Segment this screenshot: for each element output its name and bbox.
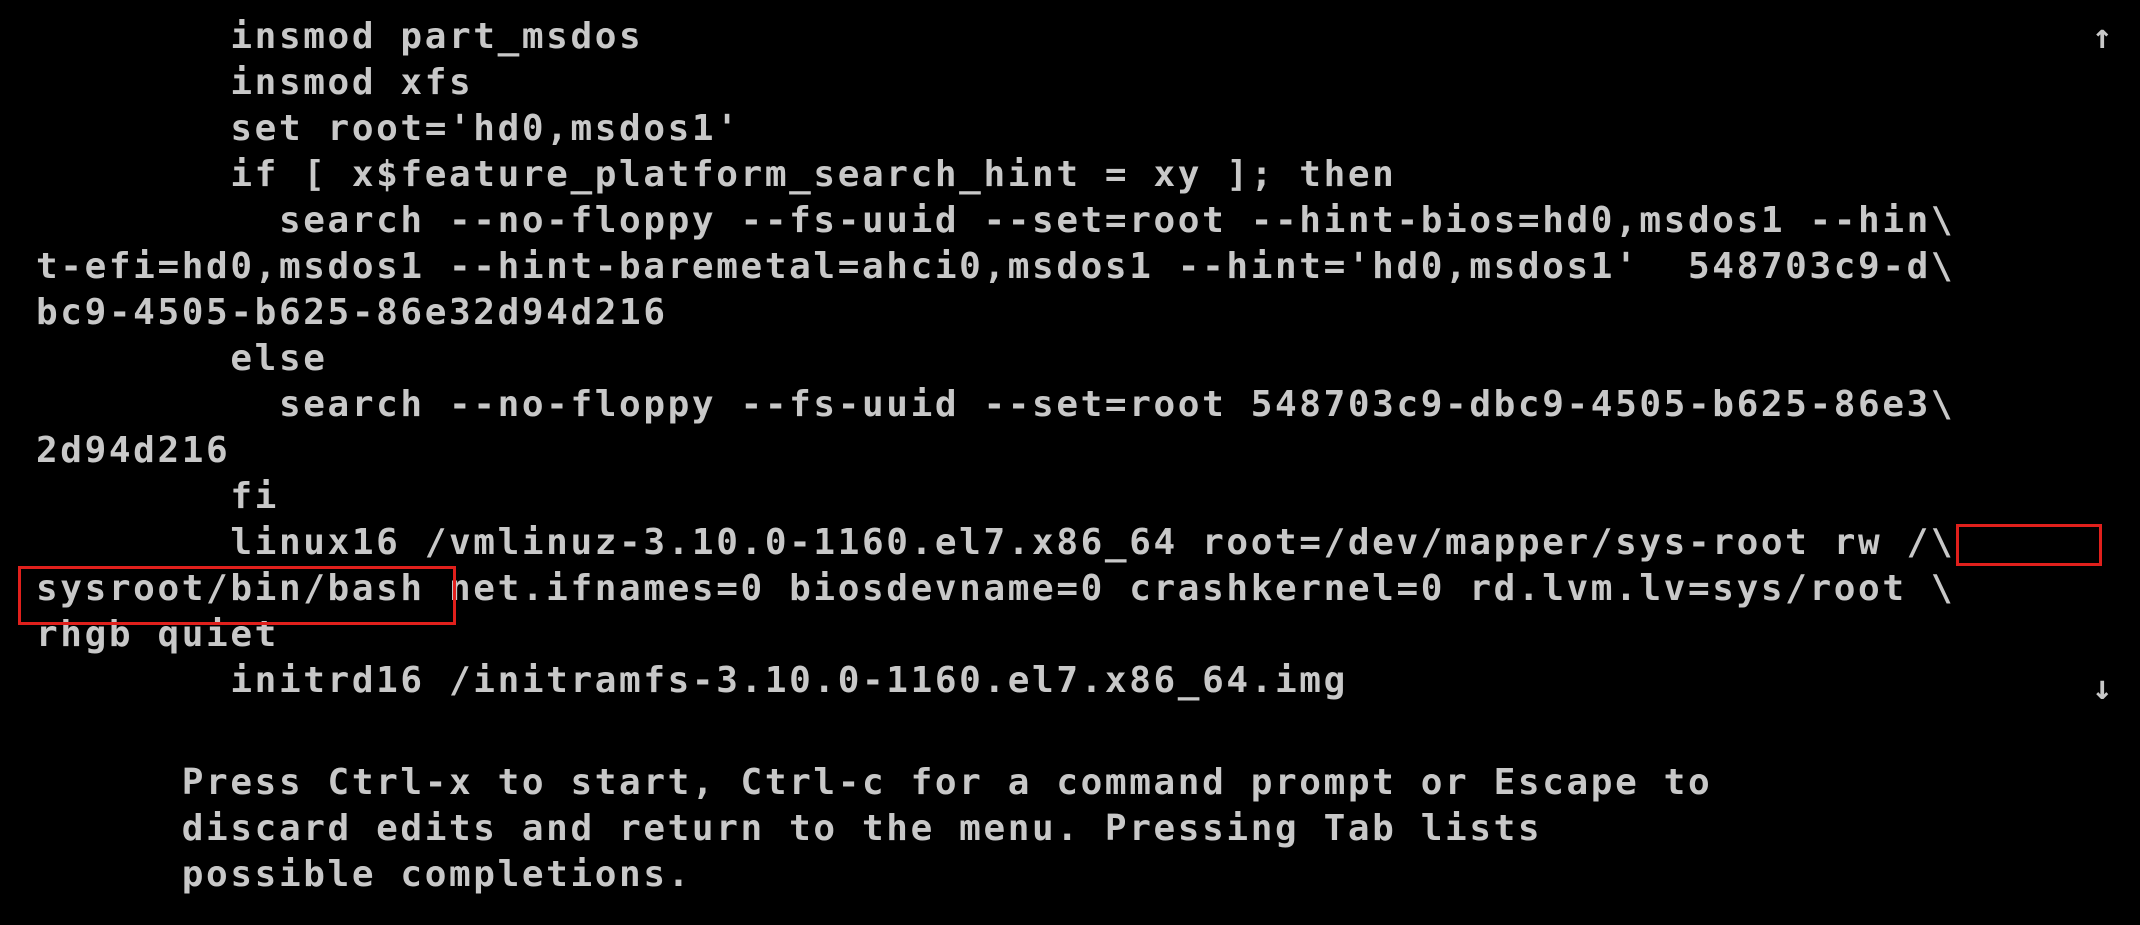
- help-line: possible completions.: [36, 854, 692, 895]
- editor-line[interactable]: else: [36, 336, 328, 382]
- scroll-up-icon: ↑: [2092, 17, 2113, 57]
- editor-line[interactable]: bc9-4505-b625-86e32d94d216: [36, 290, 668, 336]
- editor-line-kernel[interactable]: linux16 /vmlinuz-3.10.0-1160.el7.x86_64 …: [36, 520, 1955, 566]
- scroll-down-icon: ↓: [2092, 668, 2113, 708]
- editor-line[interactable]: 2d94d216: [36, 428, 230, 474]
- editor-line[interactable]: search --no-floppy --fs-uuid --set=root …: [36, 198, 1955, 244]
- editor-line[interactable]: if [ x$feature_platform_search_hint = xy…: [36, 152, 1396, 198]
- help-line: discard edits and return to the menu. Pr…: [36, 808, 1543, 849]
- help-line: Press Ctrl-x to start, Ctrl-c for a comm…: [36, 762, 1713, 803]
- editor-line[interactable]: set root='hd0,msdos1': [36, 106, 741, 152]
- editor-line[interactable]: fi: [36, 474, 279, 520]
- editor-line[interactable]: insmod part_msdos: [36, 14, 643, 60]
- highlight-box-rw: [1956, 524, 2102, 566]
- grub-edit-screen: insmod part_msdos insmod xfs set root='h…: [0, 0, 2140, 925]
- editor-line[interactable]: insmod xfs: [36, 60, 473, 106]
- editor-line[interactable]: t-efi=hd0,msdos1 --hint-baremetal=ahci0,…: [36, 244, 1955, 290]
- highlight-box-sysroot: [18, 566, 456, 625]
- editor-line[interactable]: search --no-floppy --fs-uuid --set=root …: [36, 382, 1955, 428]
- editor-line[interactable]: initrd16 /initramfs-3.10.0-1160.el7.x86_…: [36, 658, 1348, 704]
